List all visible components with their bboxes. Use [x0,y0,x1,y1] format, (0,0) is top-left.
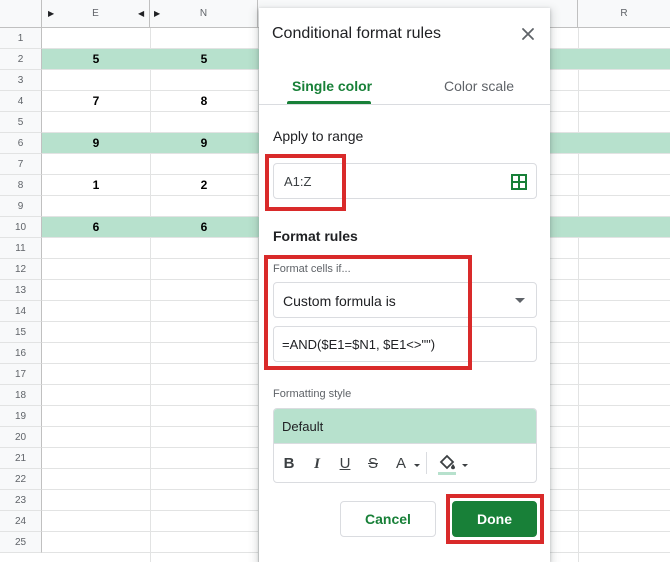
cell-n6[interactable]: 9 [150,133,258,154]
row-header-21[interactable]: 21 [0,448,42,469]
row-header-4[interactable]: 4 [0,91,42,112]
tabs-divider [259,104,550,105]
toolbar-divider [426,452,427,474]
cell-n10[interactable]: 6 [150,217,258,238]
formula-input[interactable]: =AND($E1=$N1, $E1<>"") [273,326,537,362]
expand-left-icon[interactable]: ◀ [138,10,144,18]
text-color-caret [414,464,420,467]
fill-color-icon[interactable] [436,452,458,476]
row-header-14[interactable]: 14 [0,301,42,322]
row-header-15[interactable]: 15 [0,322,42,343]
conditional-format-panel: Conditional format rules Single color Co… [259,8,550,562]
text-color-icon[interactable]: A [392,452,410,476]
style-preview-text: Default [282,419,324,434]
style-toolbar: B I U S A [274,443,536,482]
bold-icon[interactable]: B [280,452,298,476]
cell-e2[interactable]: 5 [42,49,150,70]
cell-e6[interactable]: 9 [42,133,150,154]
tab-single-color[interactable]: Single color [292,78,372,94]
apply-to-range-label: Apply to range [273,128,364,144]
row-header-19[interactable]: 19 [0,406,42,427]
done-button[interactable]: Done [452,501,537,537]
column-header-r[interactable]: R [578,0,670,28]
condition-value: Custom formula is [283,293,396,309]
cell-n2[interactable]: 5 [150,49,258,70]
row-header-1[interactable]: 1 [0,28,42,49]
strikethrough-icon[interactable]: S [364,452,382,476]
format-rules-label: Format rules [273,228,358,244]
italic-icon[interactable]: I [308,452,326,476]
column-label-e: E [92,8,99,19]
row-header-5[interactable]: 5 [0,112,42,133]
row-header-20[interactable]: 20 [0,427,42,448]
cell-n8[interactable]: 2 [150,175,258,196]
grid-select-icon[interactable] [510,173,528,191]
formula-value: =AND($E1=$N1, $E1<>"") [282,337,436,352]
column-label-n: N [199,8,208,19]
style-preset-dropdown[interactable]: Default [274,409,536,443]
row-header-6[interactable]: 6 [0,133,42,154]
formatting-style-label: Formatting style [273,388,352,400]
tab-color-scale[interactable]: Color scale [444,78,514,94]
row-header-16[interactable]: 16 [0,343,42,364]
condition-dropdown[interactable]: Custom formula is [273,282,537,318]
expand-right-icon[interactable]: ▶ [154,10,160,18]
row-header-11[interactable]: 11 [0,238,42,259]
cell-e10[interactable]: 6 [42,217,150,238]
row-header-3[interactable]: 3 [0,70,42,91]
close-icon[interactable] [517,23,539,45]
format-cells-if-label: Format cells if... [273,263,351,275]
underline-icon[interactable]: U [336,452,354,476]
formatting-style-box: Default B I U S A [273,408,537,483]
cell-n4[interactable]: 8 [150,91,258,112]
row-header-25[interactable]: 25 [0,532,42,553]
row-header-9[interactable]: 9 [0,196,42,217]
range-input[interactable]: A1:Z [273,163,537,199]
column-header-e[interactable]: ▶ E ◀ [42,0,150,28]
row-header-23[interactable]: 23 [0,490,42,511]
range-value: A1:Z [284,174,312,189]
fill-color-caret [462,464,468,467]
row-header-12[interactable]: 12 [0,259,42,280]
row-header-7[interactable]: 7 [0,154,42,175]
row-header-8[interactable]: 8 [0,175,42,196]
row-header-18[interactable]: 18 [0,385,42,406]
column-label-r: R [620,8,628,19]
row-header-24[interactable]: 24 [0,511,42,532]
panel-title: Conditional format rules [272,25,441,42]
expand-right-icon[interactable]: ▶ [48,10,54,18]
row-header-10[interactable]: 10 [0,217,42,238]
select-all-corner[interactable] [0,0,42,28]
row-header-2[interactable]: 2 [0,49,42,70]
cell-e4[interactable]: 7 [42,91,150,112]
row-header-13[interactable]: 13 [0,280,42,301]
row-header-17[interactable]: 17 [0,364,42,385]
cell-e8[interactable]: 1 [42,175,150,196]
cancel-button[interactable]: Cancel [340,501,436,537]
row-header-22[interactable]: 22 [0,469,42,490]
chevron-down-icon [515,298,525,303]
column-header-n[interactable]: ▶ N [150,0,258,28]
